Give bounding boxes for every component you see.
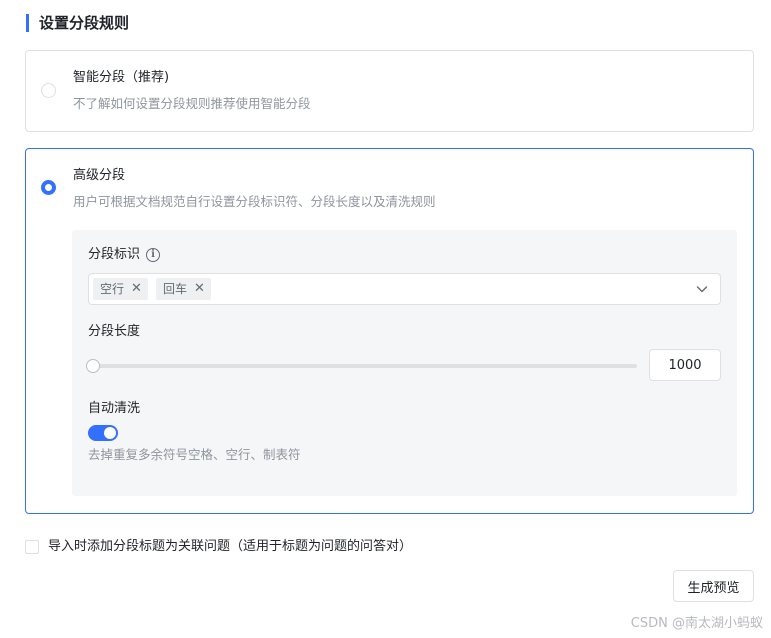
close-icon[interactable]: ✕ — [131, 278, 142, 300]
close-icon[interactable]: ✕ — [194, 278, 205, 300]
import-title-option[interactable]: 导入时添加分段标题为关联问题（适用于标题为问题的问答对） — [25, 538, 412, 556]
option-advanced-title: 高级分段 — [73, 168, 126, 183]
length-field-label: 分段长度 — [88, 324, 141, 339]
chevron-down-icon[interactable] — [696, 283, 708, 295]
advanced-settings-panel: 分段标识 i 空行 ✕ 回车 ✕ 分段长度 自动清洗 — [72, 230, 737, 496]
segment-rules-page: 设置分段规则 智能分段（推荐) 不了解如何设置分段规则推荐使用智能分段 高级分段… — [0, 0, 771, 638]
option-advanced-segment[interactable]: 高级分段 用户可根据文档规范自行设置分段标识符、分段长度以及清洗规则 分段标识 … — [25, 148, 754, 514]
option-smart-title: 智能分段（推荐) — [73, 70, 170, 85]
length-slider-track[interactable] — [88, 364, 637, 368]
separator-tag-label: 回车 — [163, 282, 188, 296]
import-title-checkbox[interactable] — [25, 540, 39, 554]
option-smart-description: 不了解如何设置分段规则推荐使用智能分段 — [73, 96, 311, 111]
separator-field-label: 分段标识 i — [88, 246, 161, 264]
separator-tag-label: 空行 — [100, 282, 125, 296]
toggle-knob — [104, 427, 116, 439]
info-icon[interactable]: i — [146, 248, 161, 262]
length-slider-handle[interactable] — [86, 359, 100, 373]
separator-label-text: 分段标识 — [88, 247, 141, 262]
section-title: 设置分段规则 — [26, 14, 129, 32]
auto-clean-label: 自动清洗 — [88, 401, 141, 416]
separator-tag-select[interactable]: 空行 ✕ 回车 ✕ — [88, 273, 721, 305]
watermark: CSDN @南太湖小蚂蚁 — [630, 616, 763, 631]
radio-smart-segment[interactable] — [41, 83, 56, 98]
import-title-label: 导入时添加分段标题为关联问题（适用于标题为问题的问答对） — [48, 539, 413, 554]
option-advanced-description: 用户可根据文档规范自行设置分段标识符、分段长度以及清洗规则 — [73, 194, 436, 209]
auto-clean-description: 去掉重复多余符号空格、空行、制表符 — [88, 447, 301, 462]
generate-preview-button[interactable]: 生成预览 — [673, 570, 754, 602]
auto-clean-toggle[interactable] — [88, 425, 118, 441]
separator-tag: 回车 ✕ — [156, 278, 211, 300]
separator-tag: 空行 ✕ — [93, 278, 148, 300]
radio-advanced-segment[interactable] — [41, 180, 56, 195]
length-number-input[interactable] — [649, 349, 721, 381]
option-smart-segment[interactable]: 智能分段（推荐) 不了解如何设置分段规则推荐使用智能分段 — [25, 50, 754, 132]
